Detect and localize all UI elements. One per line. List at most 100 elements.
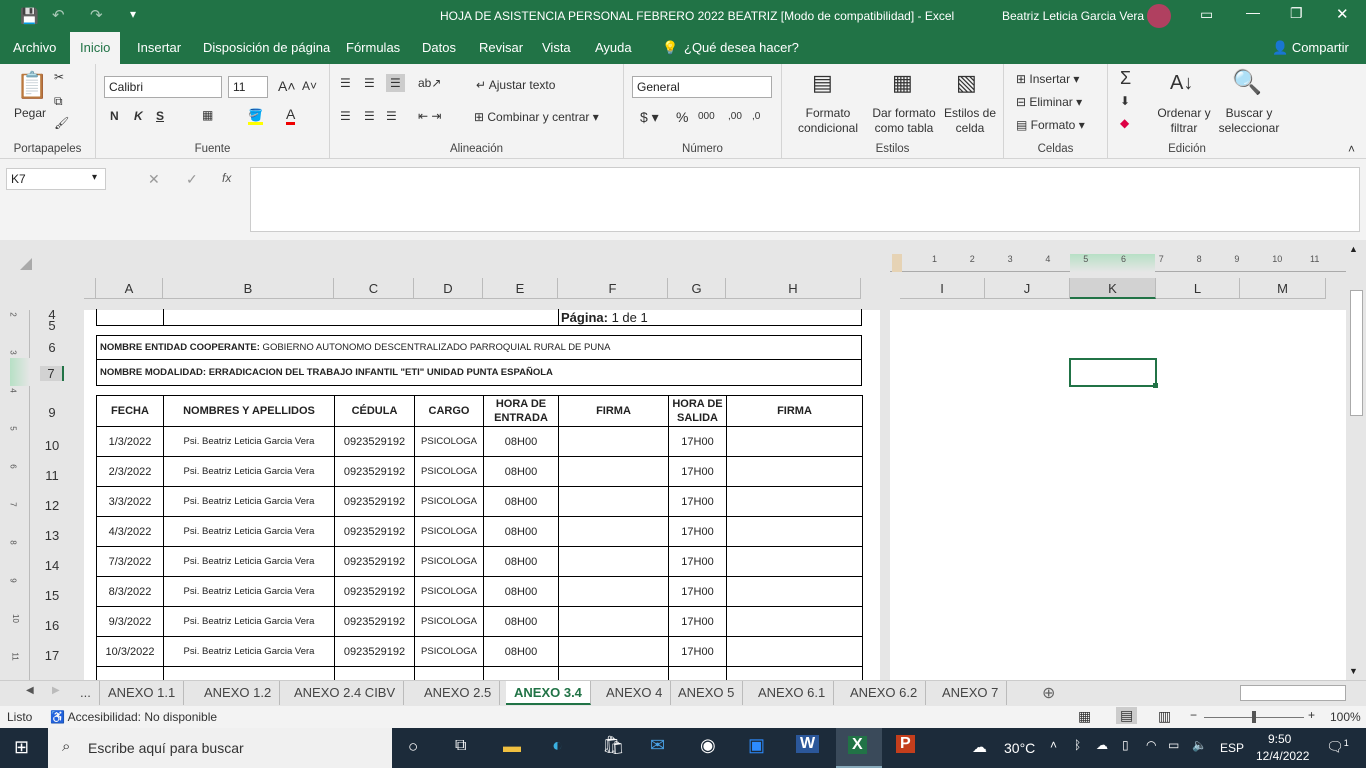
cell-partial[interactable]: [483, 666, 559, 680]
tab-ayuda[interactable]: Ayuda: [585, 32, 642, 64]
zoom-in-icon[interactable]: +: [1308, 708, 1315, 722]
cell-fecha[interactable]: 9/3/2022: [96, 606, 164, 637]
word-icon[interactable]: W: [796, 735, 820, 753]
weather-icon[interactable]: ☁: [972, 738, 987, 756]
cell-salida[interactable]: 17H00: [668, 636, 727, 667]
table-header-cell[interactable]: CARGO: [414, 395, 484, 427]
cell-firma[interactable]: [726, 516, 863, 547]
cell-partial[interactable]: [668, 666, 727, 680]
cell-firma[interactable]: [558, 426, 669, 457]
tab-vista[interactable]: Vista: [532, 32, 581, 64]
entidad-cell[interactable]: NOMBRE ENTIDAD COOPERANTE: GOBIERNO AUTO…: [96, 335, 862, 360]
task-view-icon[interactable]: ⧉: [455, 737, 466, 755]
column-header-i[interactable]: I: [900, 278, 985, 299]
comma-icon[interactable]: 000: [698, 111, 715, 122]
cell-partial[interactable]: [414, 666, 484, 680]
column-header-h[interactable]: H: [726, 278, 861, 299]
row-header-16[interactable]: 16: [40, 618, 64, 633]
chrome-icon[interactable]: ◉: [700, 735, 716, 756]
percent-icon[interactable]: %: [676, 109, 688, 125]
tab-archivo[interactable]: Archivo: [3, 32, 66, 64]
cell-salida[interactable]: 17H00: [668, 426, 727, 457]
cancel-icon[interactable]: ✕: [148, 171, 160, 188]
cell-fecha[interactable]: 7/3/2022: [96, 546, 164, 577]
cell-cedula[interactable]: 0923529192: [334, 576, 415, 607]
insert-function-button[interactable]: fx: [222, 171, 231, 185]
zoom-out-icon[interactable]: −: [1190, 708, 1197, 722]
cell-cargo[interactable]: PSICOLOGA: [414, 546, 484, 577]
cell-cargo[interactable]: PSICOLOGA: [414, 456, 484, 487]
sheet-tab-anexo-6-2[interactable]: ANEXO 6.2: [842, 681, 927, 705]
bold-button[interactable]: N: [110, 109, 119, 123]
tab-disposicion[interactable]: Disposición de página: [193, 32, 340, 64]
cell-firma[interactable]: [726, 486, 863, 517]
zoom-slider[interactable]: [1204, 711, 1304, 723]
notifications-icon[interactable]: 🗨1: [1326, 738, 1349, 756]
cell-salida[interactable]: 17H00: [668, 516, 727, 547]
cell-fecha[interactable]: 1/3/2022: [96, 426, 164, 457]
scroll-thumb[interactable]: [1350, 290, 1363, 416]
row-header-5[interactable]: 5: [40, 318, 64, 333]
scroll-up-icon[interactable]: ▲: [1349, 244, 1358, 254]
tab-formulas[interactable]: Fórmulas: [336, 32, 410, 64]
cell-nombre[interactable]: Psi. Beatriz Leticia Garcia Vera: [163, 456, 335, 487]
sheet-tab-anexo-1-1[interactable]: ANEXO 1.1: [100, 681, 185, 705]
borders-icon[interactable]: ▦: [202, 108, 213, 122]
cell-entrada[interactable]: 08H00: [483, 636, 559, 667]
cell-b4[interactable]: [163, 309, 559, 326]
redo-icon[interactable]: ↷: [90, 6, 103, 24]
cell-firma[interactable]: [558, 576, 669, 607]
cell-styles-button[interactable]: Estilos de celda: [942, 106, 998, 136]
bluetooth-icon[interactable]: ᛒ: [1074, 738, 1081, 752]
sheet-tab-more[interactable]: ...: [72, 681, 100, 705]
file-explorer-icon[interactable]: ▬: [503, 736, 521, 757]
column-header-j[interactable]: J: [985, 278, 1070, 299]
row-header-14[interactable]: 14: [40, 558, 64, 573]
cell-firma[interactable]: [726, 426, 863, 457]
sort-filter-button[interactable]: Ordenar y filtrar: [1154, 106, 1214, 136]
language[interactable]: ESP: [1220, 741, 1244, 755]
row-header-7[interactable]: 7: [40, 366, 64, 381]
currency-icon[interactable]: $ ▾: [640, 109, 659, 126]
sheet-tab-anexo-4[interactable]: ANEXO 4: [598, 681, 672, 705]
weather-temp[interactable]: 30°C: [1004, 740, 1035, 756]
volume-icon[interactable]: 🔈: [1192, 738, 1207, 752]
cell-cedula[interactable]: 0923529192: [334, 546, 415, 577]
fill-color-icon[interactable]: 🪣: [248, 108, 263, 125]
format-cells-button[interactable]: ▤ Formato ▾: [1016, 118, 1085, 132]
cut-icon[interactable]: ✂: [54, 70, 64, 84]
normal-view-icon[interactable]: ▦: [1078, 708, 1091, 725]
row-header-15[interactable]: 15: [40, 588, 64, 603]
clear-icon[interactable]: ◆: [1120, 116, 1129, 130]
align-middle-icon[interactable]: ☰: [364, 76, 375, 90]
collapse-ribbon-icon[interactable]: ˄: [1348, 142, 1355, 156]
font-name-select[interactable]: Calibri: [104, 76, 222, 98]
paste-button[interactable]: Pegar: [14, 106, 46, 120]
vertical-scrollbar[interactable]: ▲ ▼: [1348, 242, 1366, 680]
cell-entrada[interactable]: 08H00: [483, 516, 559, 547]
selected-cell-k7[interactable]: [1069, 358, 1157, 387]
cell-entrada[interactable]: 08H00: [483, 486, 559, 517]
cell-cargo[interactable]: PSICOLOGA: [414, 606, 484, 637]
cell-cedula[interactable]: 0923529192: [334, 456, 415, 487]
name-box[interactable]: K7: [6, 168, 106, 190]
cell-cargo[interactable]: PSICOLOGA: [414, 516, 484, 547]
cell-salida[interactable]: 17H00: [668, 486, 727, 517]
cell-fecha[interactable]: 3/3/2022: [96, 486, 164, 517]
cell-nombre[interactable]: Psi. Beatriz Leticia Garcia Vera: [163, 576, 335, 607]
zoom-app-icon[interactable]: ▣: [748, 735, 765, 756]
indent-icon[interactable]: ⇤ ⇥: [418, 109, 441, 123]
column-header-a[interactable]: A: [96, 278, 163, 299]
powerpoint-icon[interactable]: P: [896, 735, 915, 753]
copy-icon[interactable]: ⧉: [54, 94, 63, 109]
cell-firma[interactable]: [558, 486, 669, 517]
customize-qat-icon[interactable]: ▾: [130, 7, 136, 21]
cell-nombre[interactable]: Psi. Beatriz Leticia Garcia Vera: [163, 486, 335, 517]
column-header-b[interactable]: B: [163, 278, 334, 299]
taskbar-search[interactable]: ⌕ Escribe aquí para buscar: [48, 728, 392, 768]
clock-date[interactable]: 12/4/2022: [1256, 749, 1309, 763]
wifi-icon[interactable]: ◠: [1146, 738, 1156, 752]
cell-salida[interactable]: 17H00: [668, 546, 727, 577]
page-layout-view-icon[interactable]: ▤: [1116, 707, 1138, 724]
save-icon[interactable]: 💾: [20, 7, 39, 25]
